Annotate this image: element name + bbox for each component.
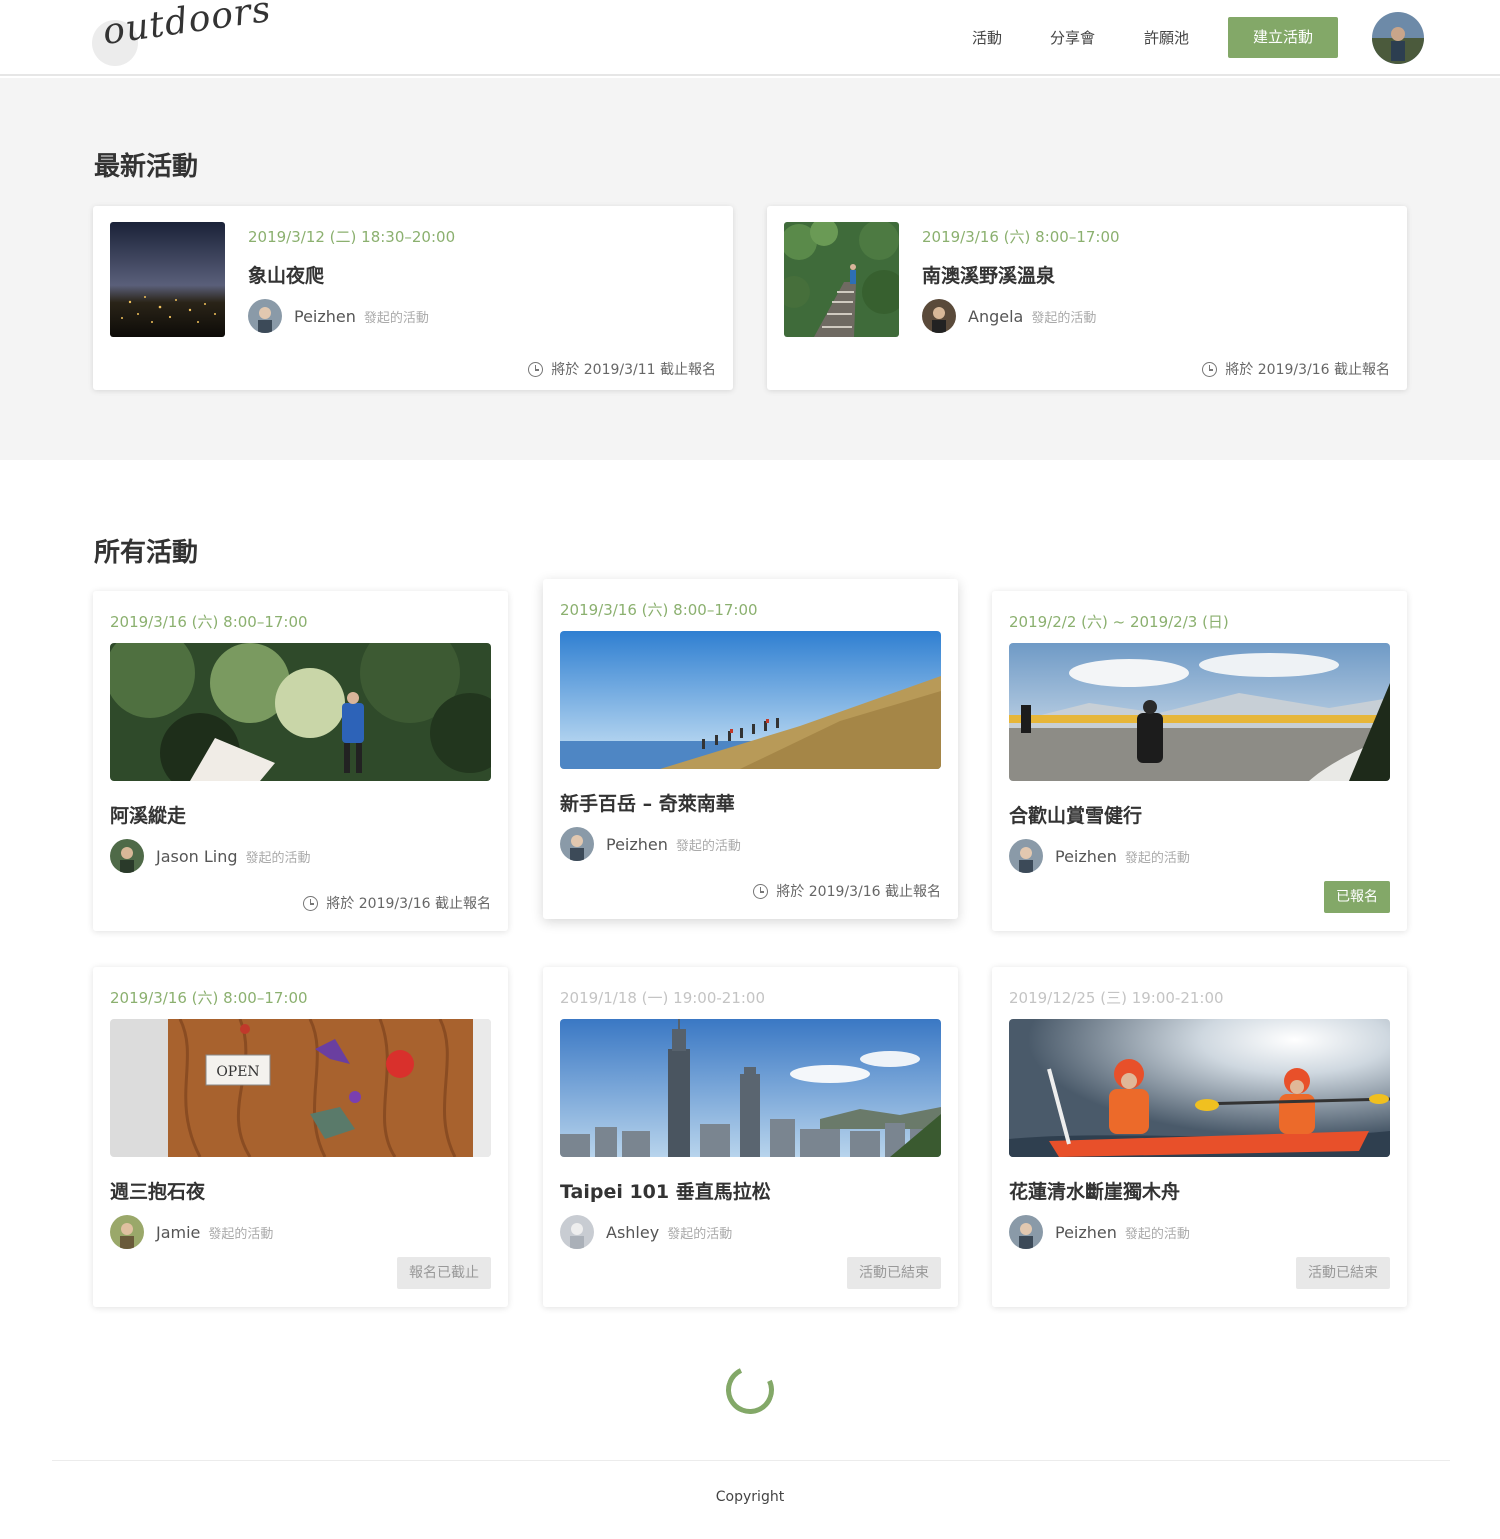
- registration-deadline: 將於 2019/3/16 截止報名: [303, 893, 491, 913]
- user-avatar[interactable]: [1372, 12, 1424, 64]
- activity-photo: [560, 631, 941, 769]
- activity-date: 2019/3/16 (六) 8:00–17:00: [110, 613, 308, 631]
- activity-date: 2019/3/12 (二) 18:30–20:00: [248, 228, 456, 246]
- activity-title[interactable]: 花蓮清水斷崖獨木舟: [1009, 1177, 1180, 1204]
- deadline-text: 將於 2019/3/16 截止報名: [326, 896, 491, 912]
- deadline-text: 將於 2019/3/16 截止報名: [776, 884, 941, 900]
- sign-text: OPEN: [216, 1064, 259, 1080]
- loading-spinner-icon: [719, 1359, 781, 1421]
- host-suffix: 發起的活動: [1124, 850, 1190, 866]
- host-avatar: [1009, 1215, 1043, 1249]
- activity-card[interactable]: 2019/2/2 (六) ~ 2019/2/3 (日) 合歡山賞雪健行 Peiz…: [992, 591, 1407, 931]
- host-name[interactable]: Jason Ling: [156, 847, 238, 866]
- activity-ended-badge: 活動已結束: [1296, 1257, 1390, 1289]
- activity-photo: [784, 222, 899, 337]
- nav-link-wishpool[interactable]: 許願池: [1144, 27, 1189, 48]
- footer-copyright: Copyright: [715, 1489, 785, 1505]
- deadline-text: 將於 2019/3/11 截止報名: [551, 362, 716, 378]
- activity-title[interactable]: 週三抱石夜: [110, 1177, 205, 1204]
- activity-title[interactable]: Taipei 101 垂直馬拉松: [560, 1177, 771, 1204]
- activity-card[interactable]: 2019/3/16 (六) 8:00–17:00 OPEN 週三抱石夜 Jami…: [93, 967, 508, 1307]
- activity-photo: [110, 222, 225, 337]
- host-avatar: [560, 827, 594, 861]
- site-logo[interactable]: outdoors: [92, 0, 274, 70]
- activity-photo: [1009, 1019, 1390, 1157]
- activity-title[interactable]: 阿溪縱走: [110, 801, 186, 828]
- host-avatar: [1009, 839, 1043, 873]
- activity-title[interactable]: 象山夜爬: [248, 261, 324, 288]
- activity-date: 2019/2/2 (六) ~ 2019/2/3 (日): [1009, 613, 1229, 631]
- registration-deadline: 將於 2019/3/16 截止報名: [753, 881, 941, 901]
- activity-date: 2019/3/16 (六) 8:00–17:00: [560, 601, 758, 619]
- activity-host: Peizhen 發起的活動: [1009, 839, 1190, 873]
- host-name[interactable]: Jamie: [156, 1223, 200, 1242]
- host-suffix: 發起的活動: [245, 850, 311, 866]
- activity-date: 2019/3/16 (六) 8:00–17:00: [110, 989, 308, 1007]
- clock-icon: [1202, 361, 1218, 377]
- activity-card[interactable]: 2019/12/25 (三) 19:00-21:00 花蓮清水斷崖獨木舟 Pei…: [992, 967, 1407, 1307]
- activity-ended-badge: 活動已結束: [847, 1257, 941, 1289]
- host-name[interactable]: Angela: [968, 307, 1023, 326]
- activity-title[interactable]: 合歡山賞雪健行: [1009, 801, 1142, 828]
- activity-photo: OPEN: [110, 1019, 491, 1157]
- host-name[interactable]: Peizhen: [1055, 847, 1117, 866]
- clock-icon: [528, 361, 544, 377]
- clock-icon: [303, 895, 319, 911]
- activity-host: Peizhen 發起的活動: [560, 827, 741, 861]
- host-name[interactable]: Peizhen: [294, 307, 356, 326]
- host-avatar: [560, 1215, 594, 1249]
- host-name[interactable]: Peizhen: [1055, 1223, 1117, 1242]
- activity-photo: [110, 643, 491, 781]
- activity-photo: [560, 1019, 941, 1157]
- nav-link-activities[interactable]: 活動: [972, 27, 1002, 48]
- activity-host: Angela 發起的活動: [922, 299, 1096, 333]
- activity-date: 2019/1/18 (一) 19:00-21:00: [560, 989, 766, 1007]
- host-avatar: [922, 299, 956, 333]
- host-suffix: 發起的活動: [363, 310, 429, 326]
- host-avatar: [248, 299, 282, 333]
- host-suffix: 發起的活動: [1031, 310, 1097, 326]
- create-activity-button[interactable]: 建立活動: [1228, 17, 1338, 58]
- host-suffix: 發起的活動: [1124, 1226, 1190, 1242]
- activity-card[interactable]: 2019/3/16 (六) 8:00–17:00 新手百岳 – 奇萊南華 Pei…: [543, 579, 958, 919]
- activity-host: Jason Ling 發起的活動: [110, 839, 311, 873]
- host-avatar: [110, 1215, 144, 1249]
- activity-host: Peizhen 發起的活動: [1009, 1215, 1190, 1249]
- registration-deadline: 將於 2019/3/11 截止報名: [528, 359, 716, 379]
- activity-host: Jamie 發起的活動: [110, 1215, 273, 1249]
- host-name[interactable]: Peizhen: [606, 835, 668, 854]
- latest-card[interactable]: 2019/3/12 (二) 18:30–20:00 象山夜爬 Peizhen 發…: [93, 206, 733, 390]
- latest-section-title: 最新活動: [94, 152, 199, 182]
- footer-divider: [52, 1460, 1450, 1461]
- host-suffix: 發起的活動: [675, 838, 741, 854]
- activity-date: 2019/3/16 (六) 8:00–17:00: [922, 228, 1120, 246]
- activity-host: Peizhen 發起的活動: [248, 299, 429, 333]
- latest-card[interactable]: 2019/3/16 (六) 8:00–17:00 南澳溪野溪溫泉 Angela …: [767, 206, 1407, 390]
- deadline-text: 將於 2019/3/16 截止報名: [1225, 362, 1390, 378]
- activity-photo: [1009, 643, 1390, 781]
- nav-link-sharing[interactable]: 分享會: [1050, 27, 1095, 48]
- activity-card[interactable]: 2019/1/18 (一) 19:00-21:00 Taipei 101 垂直馬…: [543, 967, 958, 1307]
- clock-icon: [753, 883, 769, 899]
- logo-text: outdoors: [100, 0, 274, 53]
- host-name[interactable]: Ashley: [606, 1223, 659, 1242]
- activity-title[interactable]: 新手百岳 – 奇萊南華: [560, 789, 735, 816]
- activity-title[interactable]: 南澳溪野溪溫泉: [922, 261, 1055, 288]
- all-section-title: 所有活動: [94, 538, 199, 568]
- activity-card[interactable]: 2019/3/16 (六) 8:00–17:00 阿溪縱走 Jason Ling…: [93, 591, 508, 931]
- registration-closed-badge: 報名已截止: [397, 1257, 491, 1289]
- activity-host: Ashley 發起的活動: [560, 1215, 732, 1249]
- registered-badge: 已報名: [1324, 881, 1390, 913]
- host-suffix: 發起的活動: [667, 1226, 733, 1242]
- top-navbar: outdoors 活動 分享會 許願池 建立活動: [0, 0, 1500, 76]
- activity-date: 2019/12/25 (三) 19:00-21:00: [1009, 989, 1224, 1007]
- registration-deadline: 將於 2019/3/16 截止報名: [1202, 359, 1390, 379]
- host-avatar: [110, 839, 144, 873]
- host-suffix: 發起的活動: [208, 1226, 274, 1242]
